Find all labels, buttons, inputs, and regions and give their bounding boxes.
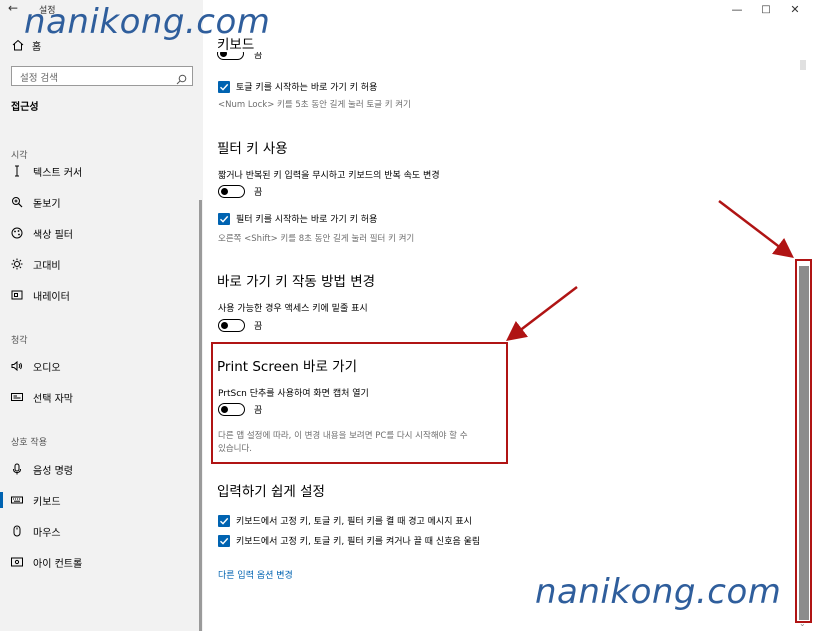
arrow-to-print-screen [506,286,578,342]
annotation-arrows [506,200,794,342]
watermark-bottom: nanikong.com [535,572,782,612]
arrow-to-scrollbar [718,200,794,259]
watermark-top: nanikong.com [24,2,271,42]
